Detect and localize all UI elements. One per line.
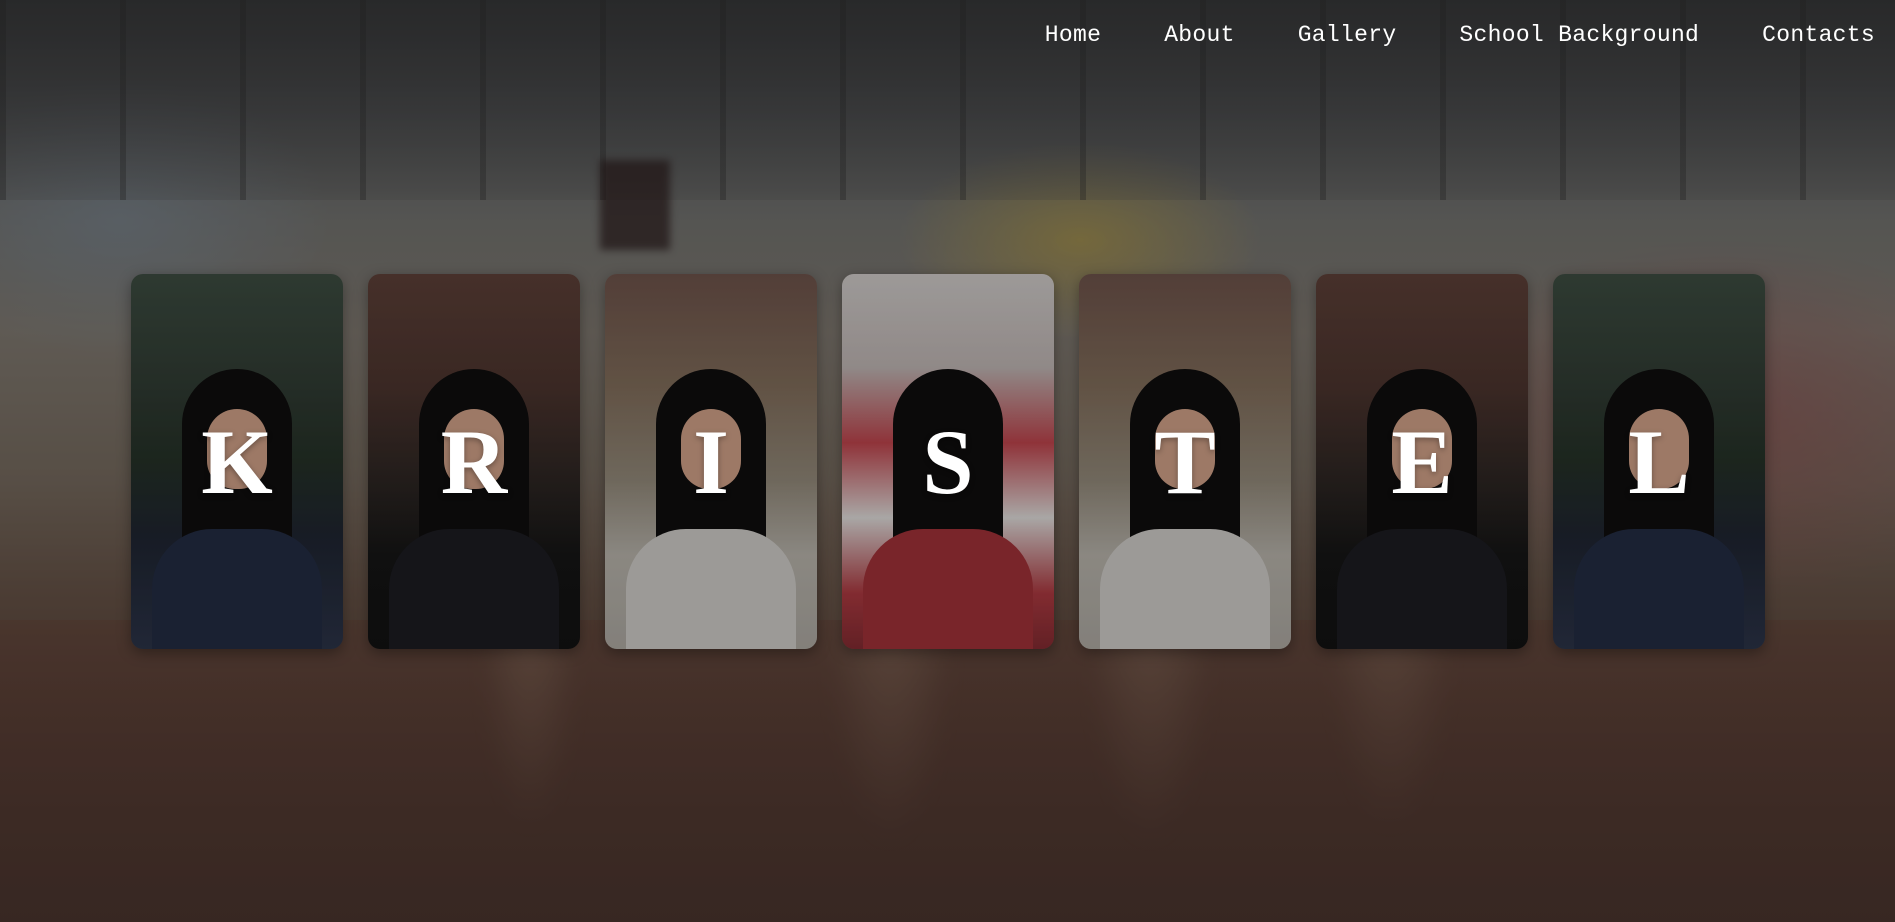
nav-home[interactable]: Home bbox=[1045, 22, 1101, 48]
nav-about[interactable]: About bbox=[1164, 22, 1235, 48]
letter-card-s[interactable]: S bbox=[842, 274, 1054, 649]
letter-card-t[interactable]: T bbox=[1079, 274, 1291, 649]
card-letter: I bbox=[693, 410, 729, 513]
card-letter: L bbox=[1628, 410, 1690, 513]
nav-gallery[interactable]: Gallery bbox=[1298, 22, 1397, 48]
name-card-row: K R I S T E L bbox=[131, 274, 1765, 649]
page: Home About Gallery School Background Con… bbox=[0, 0, 1895, 922]
letter-card-k[interactable]: K bbox=[131, 274, 343, 649]
card-letter: R bbox=[440, 410, 508, 513]
card-letter: K bbox=[201, 410, 273, 513]
letter-card-r[interactable]: R bbox=[368, 274, 580, 649]
letter-card-l[interactable]: L bbox=[1553, 274, 1765, 649]
nav-school-background[interactable]: School Background bbox=[1459, 22, 1699, 48]
letter-card-i[interactable]: I bbox=[605, 274, 817, 649]
card-letter: S bbox=[922, 410, 974, 513]
top-navigation: Home About Gallery School Background Con… bbox=[982, 22, 1875, 48]
card-letter: T bbox=[1154, 410, 1216, 513]
letter-card-e[interactable]: E bbox=[1316, 274, 1528, 649]
nav-contacts[interactable]: Contacts bbox=[1762, 22, 1875, 48]
card-letter: E bbox=[1391, 410, 1453, 513]
